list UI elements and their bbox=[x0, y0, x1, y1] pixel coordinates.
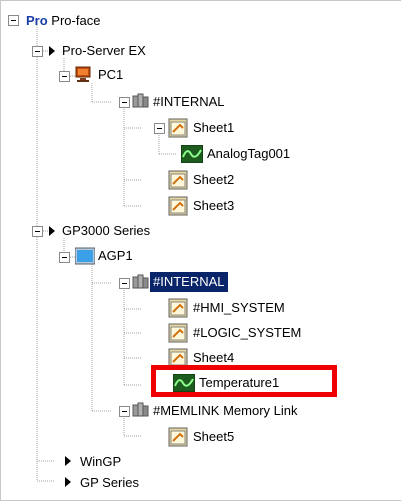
tree-item-sheet2[interactable]: Sheet2 bbox=[190, 170, 237, 190]
expander-minus-icon[interactable] bbox=[154, 123, 165, 134]
sheet-icon bbox=[168, 427, 188, 447]
expander-minus-icon[interactable] bbox=[119, 278, 130, 289]
tree-item-analogtag001[interactable]: AnalogTag001 bbox=[204, 144, 293, 164]
sheet-icon bbox=[168, 298, 188, 318]
highlight-annotation-box bbox=[151, 365, 337, 397]
tag-folder-icon bbox=[132, 93, 149, 108]
arrow-right-icon bbox=[65, 456, 71, 466]
tree-item-hmi-system[interactable]: #HMI_SYSTEM bbox=[190, 298, 288, 318]
sheet-icon bbox=[168, 196, 188, 216]
pro-logo-icon: Pro bbox=[26, 13, 48, 28]
tree-item-wingp[interactable]: WinGP bbox=[77, 452, 124, 472]
expander-minus-icon[interactable] bbox=[119, 97, 130, 108]
tree-item-internal-agp1[interactable]: #INTERNAL bbox=[150, 272, 228, 292]
tree-item-sheet3[interactable]: Sheet3 bbox=[190, 196, 237, 216]
tree-item-label: Pro-face bbox=[51, 13, 101, 28]
tree-item-agp1[interactable]: AGP1 bbox=[95, 246, 136, 266]
tree-item-pc1[interactable]: PC1 bbox=[95, 65, 126, 85]
tag-folder-icon bbox=[132, 402, 149, 417]
expander-minus-icon[interactable] bbox=[32, 46, 43, 57]
tree-item-gp3000-series[interactable]: GP3000 Series bbox=[59, 221, 153, 241]
tree-item-internal-pc1[interactable]: #INTERNAL bbox=[150, 92, 228, 112]
tag-folder-icon bbox=[132, 274, 149, 289]
tree-item-logic-system[interactable]: #LOGIC_SYSTEM bbox=[190, 323, 304, 343]
tree-item-sheet5[interactable]: Sheet5 bbox=[190, 427, 237, 447]
expander-minus-icon[interactable] bbox=[119, 406, 130, 417]
expander-minus-icon[interactable] bbox=[59, 252, 70, 263]
project-tree: Pro Pro-face Pro-Server EX PC1 #INTERNAL… bbox=[0, 0, 401, 501]
tree-item-gp-series[interactable]: GP Series bbox=[77, 473, 142, 493]
arrow-right-icon bbox=[49, 226, 55, 236]
arrow-right-icon bbox=[49, 46, 55, 56]
sheet-icon bbox=[168, 170, 188, 190]
pc-icon bbox=[75, 66, 91, 82]
sheet-icon bbox=[168, 323, 188, 343]
tree-item-pro-face[interactable]: Pro Pro-face bbox=[23, 11, 103, 31]
analog-tag-icon bbox=[181, 145, 203, 163]
expander-minus-icon[interactable] bbox=[32, 226, 43, 237]
expander-minus-icon[interactable] bbox=[8, 15, 19, 26]
display-icon bbox=[75, 247, 95, 265]
arrow-right-icon bbox=[65, 477, 71, 487]
tree-item-memlink[interactable]: #MEMLINK Memory Link bbox=[150, 401, 300, 421]
tree-item-pro-server-ex[interactable]: Pro-Server EX bbox=[59, 41, 149, 61]
tree-item-sheet1[interactable]: Sheet1 bbox=[190, 118, 237, 138]
sheet-icon bbox=[168, 118, 188, 138]
expander-minus-icon[interactable] bbox=[59, 71, 70, 82]
